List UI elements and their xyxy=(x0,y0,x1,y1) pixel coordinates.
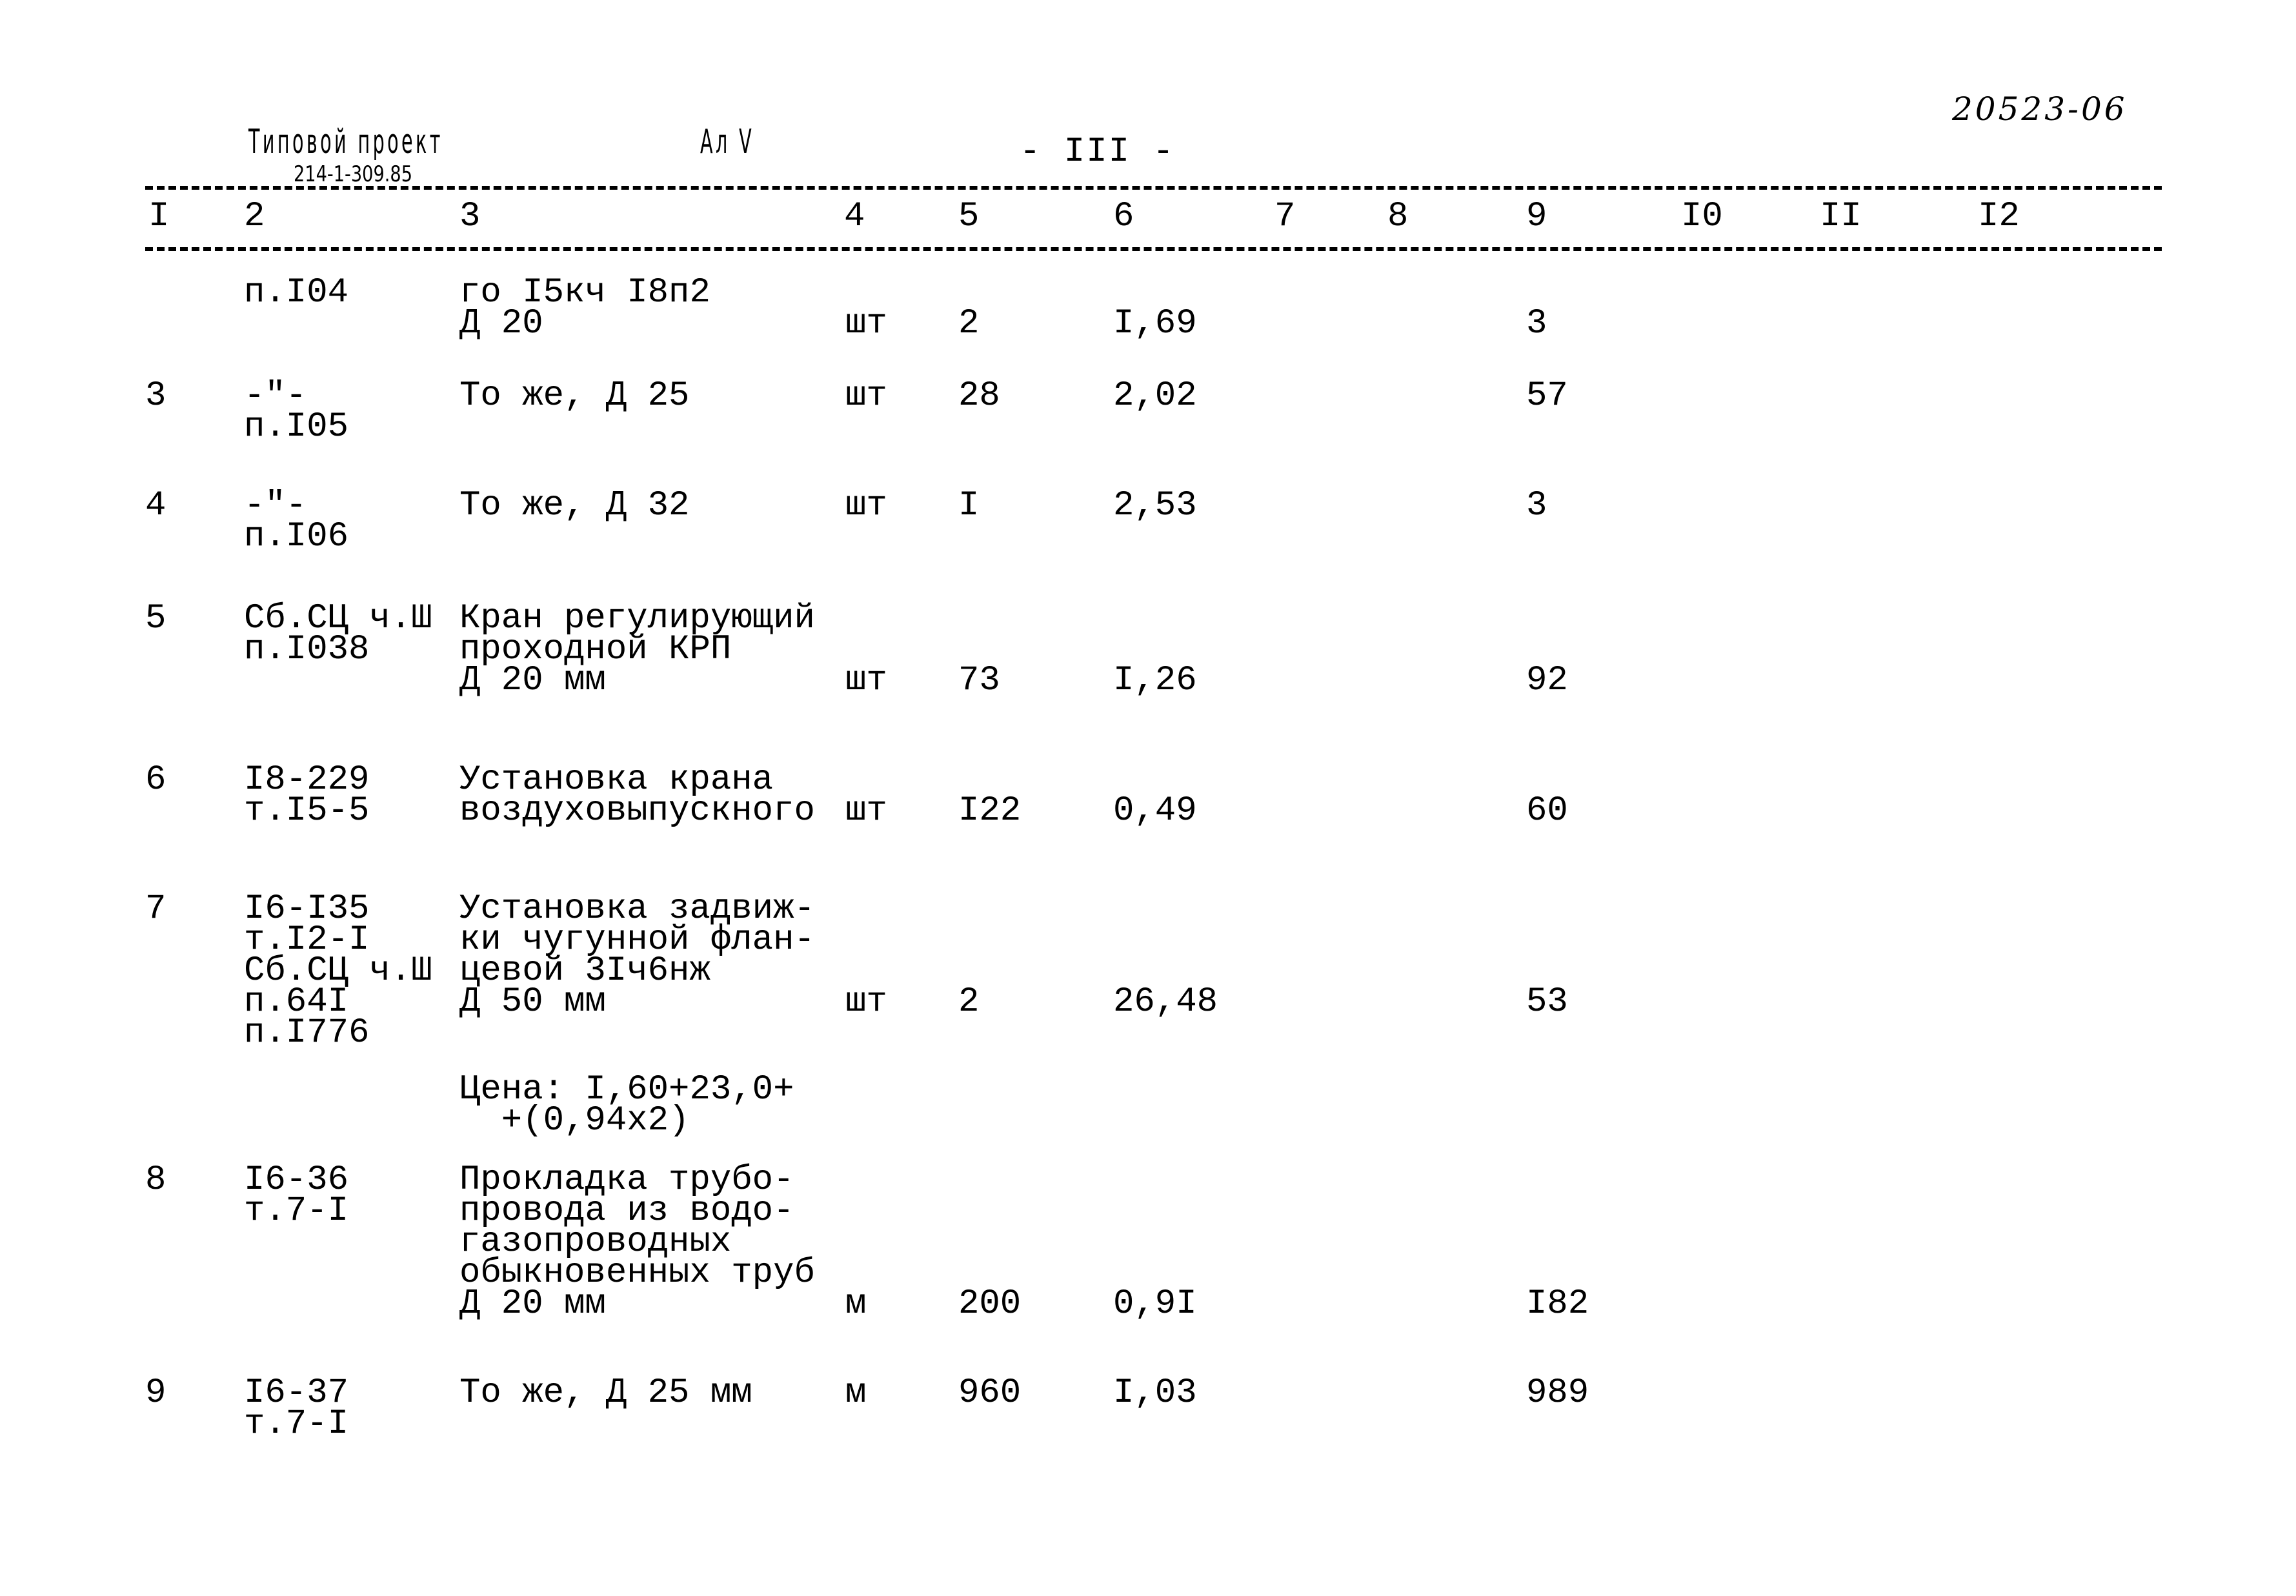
row-quantity: 28 xyxy=(958,376,1000,416)
column-header: I xyxy=(148,197,170,236)
row-reference: п.I05 xyxy=(244,407,349,447)
stamp-album: Ал V xyxy=(700,123,755,161)
row-unit: шт xyxy=(845,791,887,831)
column-header: 5 xyxy=(958,197,980,236)
row-quantity: 200 xyxy=(958,1284,1022,1324)
row-total: 3 xyxy=(1526,486,1547,525)
page-number: - III - xyxy=(1020,132,1175,172)
row-number: 7 xyxy=(145,889,166,929)
row-reference: т.I5-5 xyxy=(244,791,370,831)
row-number: 4 xyxy=(145,486,166,525)
stamp-title: Типовой проект xyxy=(248,123,443,161)
row-unit-price: 0,49 xyxy=(1113,791,1197,831)
row-description: Д 50 мм xyxy=(459,982,606,1022)
column-header: 9 xyxy=(1526,197,1547,236)
row-unit: шт xyxy=(845,486,887,525)
row-total: 57 xyxy=(1526,376,1568,416)
column-header: 6 xyxy=(1113,197,1134,236)
row-number: 9 xyxy=(145,1373,166,1413)
row-unit-price: I,26 xyxy=(1113,661,1197,700)
row-unit-price: 2,02 xyxy=(1113,376,1197,416)
row-description: То же, Д 25 мм xyxy=(459,1373,752,1413)
stamp-code: 214-1-309.85 xyxy=(294,161,413,187)
row-quantity: 73 xyxy=(958,661,1000,700)
row-reference: п.I776 xyxy=(244,1013,370,1053)
row-total: 53 xyxy=(1526,982,1568,1022)
row-description: То же, Д 32 xyxy=(459,486,690,525)
column-header: 8 xyxy=(1387,197,1409,236)
row-total: 989 xyxy=(1526,1373,1589,1413)
row-unit: шт xyxy=(845,376,887,416)
row-description: Д 20 xyxy=(459,304,543,343)
column-header: I0 xyxy=(1681,197,1723,236)
row-unit: шт xyxy=(845,304,887,343)
row-reference: п.I06 xyxy=(244,517,349,556)
row-unit: шт xyxy=(845,982,887,1022)
row-reference: т.7-I xyxy=(244,1191,349,1231)
row-reference: т.7-I xyxy=(244,1404,349,1444)
header-rule-top xyxy=(145,186,2162,190)
row-description: Д 20 мм xyxy=(459,661,606,700)
row-price-note: +(0,94х2) xyxy=(459,1101,690,1140)
column-header: 7 xyxy=(1274,197,1296,236)
row-number: 3 xyxy=(145,376,166,416)
row-unit: шт xyxy=(845,661,887,700)
column-header: I2 xyxy=(1978,197,2020,236)
row-description: воздуховыпускного xyxy=(459,791,815,831)
row-quantity: I xyxy=(958,486,980,525)
row-total: 3 xyxy=(1526,304,1547,343)
row-unit-price: 0,9I xyxy=(1113,1284,1197,1324)
row-description: То же, Д 25 xyxy=(459,376,690,416)
header-rule-bottom xyxy=(145,247,2162,251)
row-quantity: 960 xyxy=(958,1373,1022,1413)
column-header: II xyxy=(1820,197,1862,236)
row-unit-price: I,69 xyxy=(1113,304,1197,343)
document-id: 20523-06 xyxy=(1952,90,2128,128)
row-unit: м xyxy=(845,1284,867,1324)
row-reference: п.I04 xyxy=(244,273,349,312)
row-unit-price: I,03 xyxy=(1113,1373,1197,1413)
row-quantity: 2 xyxy=(958,982,980,1022)
row-total: 92 xyxy=(1526,661,1568,700)
column-header: 3 xyxy=(459,197,481,236)
row-reference: п.I038 xyxy=(244,630,370,669)
row-number: 8 xyxy=(145,1160,166,1200)
row-total: I82 xyxy=(1526,1284,1589,1324)
row-total: 60 xyxy=(1526,791,1568,831)
row-description: Д 20 мм xyxy=(459,1284,606,1324)
row-number: 5 xyxy=(145,599,166,638)
row-unit-price: 26,48 xyxy=(1113,982,1218,1022)
row-unit: м xyxy=(845,1373,867,1413)
row-quantity: I22 xyxy=(958,791,1022,831)
column-header: 2 xyxy=(244,197,265,236)
row-unit-price: 2,53 xyxy=(1113,486,1197,525)
row-quantity: 2 xyxy=(958,304,980,343)
column-header: 4 xyxy=(844,197,865,236)
row-number: 6 xyxy=(145,760,166,800)
